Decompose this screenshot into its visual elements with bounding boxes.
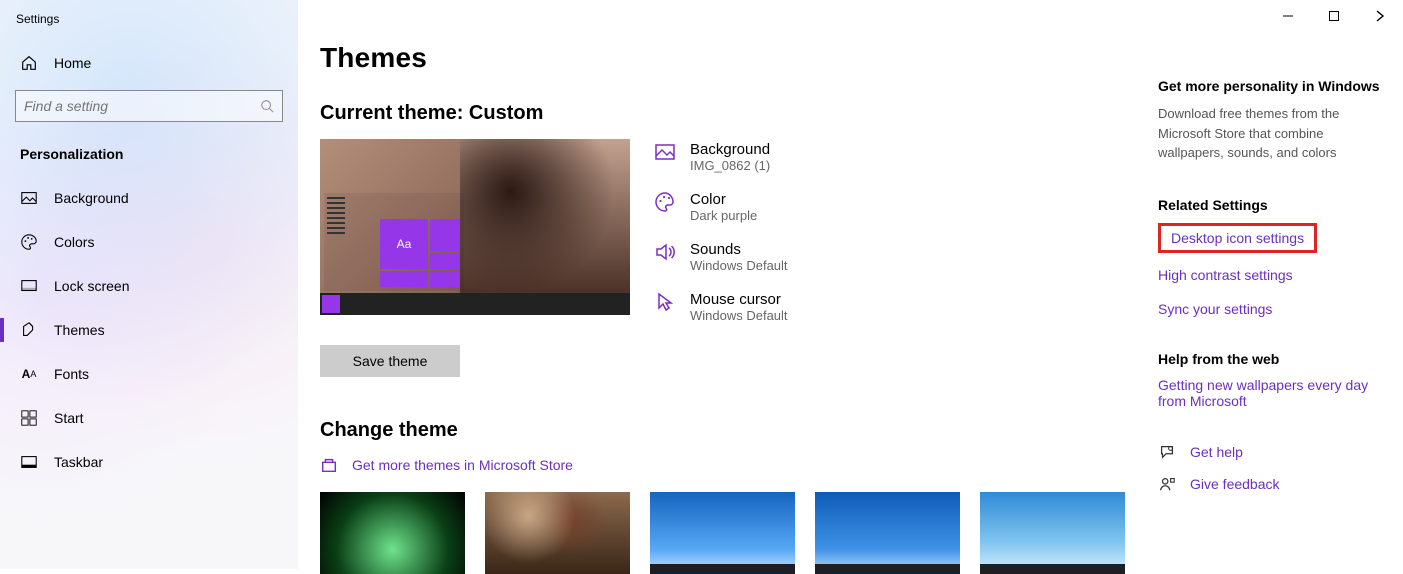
sidebar-item-label: Start xyxy=(54,410,84,426)
sidebar-item-label: Themes xyxy=(54,322,105,338)
aside-panel: Get more personality in Windows Download… xyxy=(1158,0,1403,569)
window-minimize-button[interactable] xyxy=(1265,0,1311,32)
themes-icon xyxy=(20,321,38,339)
sidebar-item-background[interactable]: Background xyxy=(0,176,298,220)
link-sync-settings[interactable]: Sync your settings xyxy=(1158,301,1385,317)
theme-thumbnail[interactable] xyxy=(980,492,1125,574)
prop-title: Sounds xyxy=(690,241,788,258)
main-content: Themes Current theme: Custom Aa Backgrou… xyxy=(298,0,1158,569)
promo-text: Download free themes from the Microsoft … xyxy=(1158,104,1385,163)
theme-thumbnail[interactable] xyxy=(485,492,630,574)
start-icon xyxy=(20,409,38,427)
change-theme-heading: Change theme xyxy=(320,419,1158,442)
home-icon xyxy=(20,54,38,72)
sidebar-item-colors[interactable]: Colors xyxy=(0,220,298,264)
link-desktop-icon-settings[interactable]: Desktop icon settings xyxy=(1171,230,1304,246)
prop-value: Windows Default xyxy=(690,258,788,273)
search-input[interactable] xyxy=(24,98,260,114)
give-feedback-row[interactable]: Give feedback xyxy=(1158,475,1385,493)
get-help-row[interactable]: Get help xyxy=(1158,443,1385,461)
taskbar-icon xyxy=(20,453,38,471)
sidebar-item-label: Taskbar xyxy=(54,454,103,470)
sidebar-item-themes[interactable]: Themes xyxy=(0,308,298,352)
search-box[interactable] xyxy=(15,90,283,122)
sidebar-item-label: Background xyxy=(54,190,129,206)
theme-prop-color[interactable]: ColorDark purple xyxy=(654,191,788,223)
prop-title: Mouse cursor xyxy=(690,291,788,308)
help-heading: Help from the web xyxy=(1158,351,1385,367)
search-icon xyxy=(260,99,274,113)
theme-thumbnail[interactable] xyxy=(815,492,960,574)
lockscreen-icon xyxy=(20,277,38,295)
store-link-row[interactable]: Get more themes in Microsoft Store xyxy=(320,456,1158,474)
sidebar: Settings Home Personalization Background… xyxy=(0,0,298,569)
nav-home-label: Home xyxy=(54,55,91,71)
related-heading: Related Settings xyxy=(1158,197,1385,213)
help-icon xyxy=(1158,443,1176,461)
link-give-feedback[interactable]: Give feedback xyxy=(1190,476,1280,492)
image-icon xyxy=(654,141,676,163)
store-link[interactable]: Get more themes in Microsoft Store xyxy=(352,457,573,473)
preview-tile: Aa xyxy=(380,219,428,269)
sidebar-item-label: Lock screen xyxy=(54,278,129,294)
theme-prop-background[interactable]: BackgroundIMG_0862 (1) xyxy=(654,141,788,173)
palette-icon xyxy=(20,233,38,251)
store-icon xyxy=(320,456,338,474)
sidebar-item-lockscreen[interactable]: Lock screen xyxy=(0,264,298,308)
theme-prop-cursor[interactable]: Mouse cursorWindows Default xyxy=(654,291,788,323)
sidebar-item-fonts[interactable]: AA Fonts xyxy=(0,352,298,396)
prop-title: Background xyxy=(690,141,770,158)
sidebar-item-start[interactable]: Start xyxy=(0,396,298,440)
nav-home[interactable]: Home xyxy=(0,44,298,82)
palette-icon xyxy=(654,191,676,213)
page-title: Themes xyxy=(320,42,1158,74)
prop-value: Windows Default xyxy=(690,308,788,323)
sidebar-item-label: Colors xyxy=(54,234,94,250)
link-high-contrast[interactable]: High contrast settings xyxy=(1158,267,1385,283)
theme-preview: Aa xyxy=(320,139,630,315)
fonts-icon: AA xyxy=(20,365,38,383)
sidebar-item-label: Fonts xyxy=(54,366,89,382)
link-help-wallpapers[interactable]: Getting new wallpapers every day from Mi… xyxy=(1158,377,1385,409)
prop-title: Color xyxy=(690,191,757,208)
theme-thumbnail[interactable] xyxy=(650,492,795,574)
theme-thumbnail[interactable] xyxy=(320,492,465,574)
sound-icon xyxy=(654,241,676,263)
promo-heading: Get more personality in Windows xyxy=(1158,78,1385,94)
window-next-button[interactable] xyxy=(1357,0,1403,32)
app-title: Settings xyxy=(0,0,298,44)
window-maximize-button[interactable] xyxy=(1311,0,1357,32)
sidebar-item-taskbar[interactable]: Taskbar xyxy=(0,440,298,484)
prop-value: Dark purple xyxy=(690,208,757,223)
save-theme-button[interactable]: Save theme xyxy=(320,345,460,377)
sidebar-category: Personalization xyxy=(0,136,298,176)
current-theme-heading: Current theme: Custom xyxy=(320,102,1158,125)
cursor-icon xyxy=(654,291,676,313)
image-icon xyxy=(20,189,38,207)
theme-prop-sounds[interactable]: SoundsWindows Default xyxy=(654,241,788,273)
link-get-help[interactable]: Get help xyxy=(1190,444,1243,460)
theme-thumbnails xyxy=(320,492,1158,574)
feedback-icon xyxy=(1158,475,1176,493)
prop-value: IMG_0862 (1) xyxy=(690,158,770,173)
